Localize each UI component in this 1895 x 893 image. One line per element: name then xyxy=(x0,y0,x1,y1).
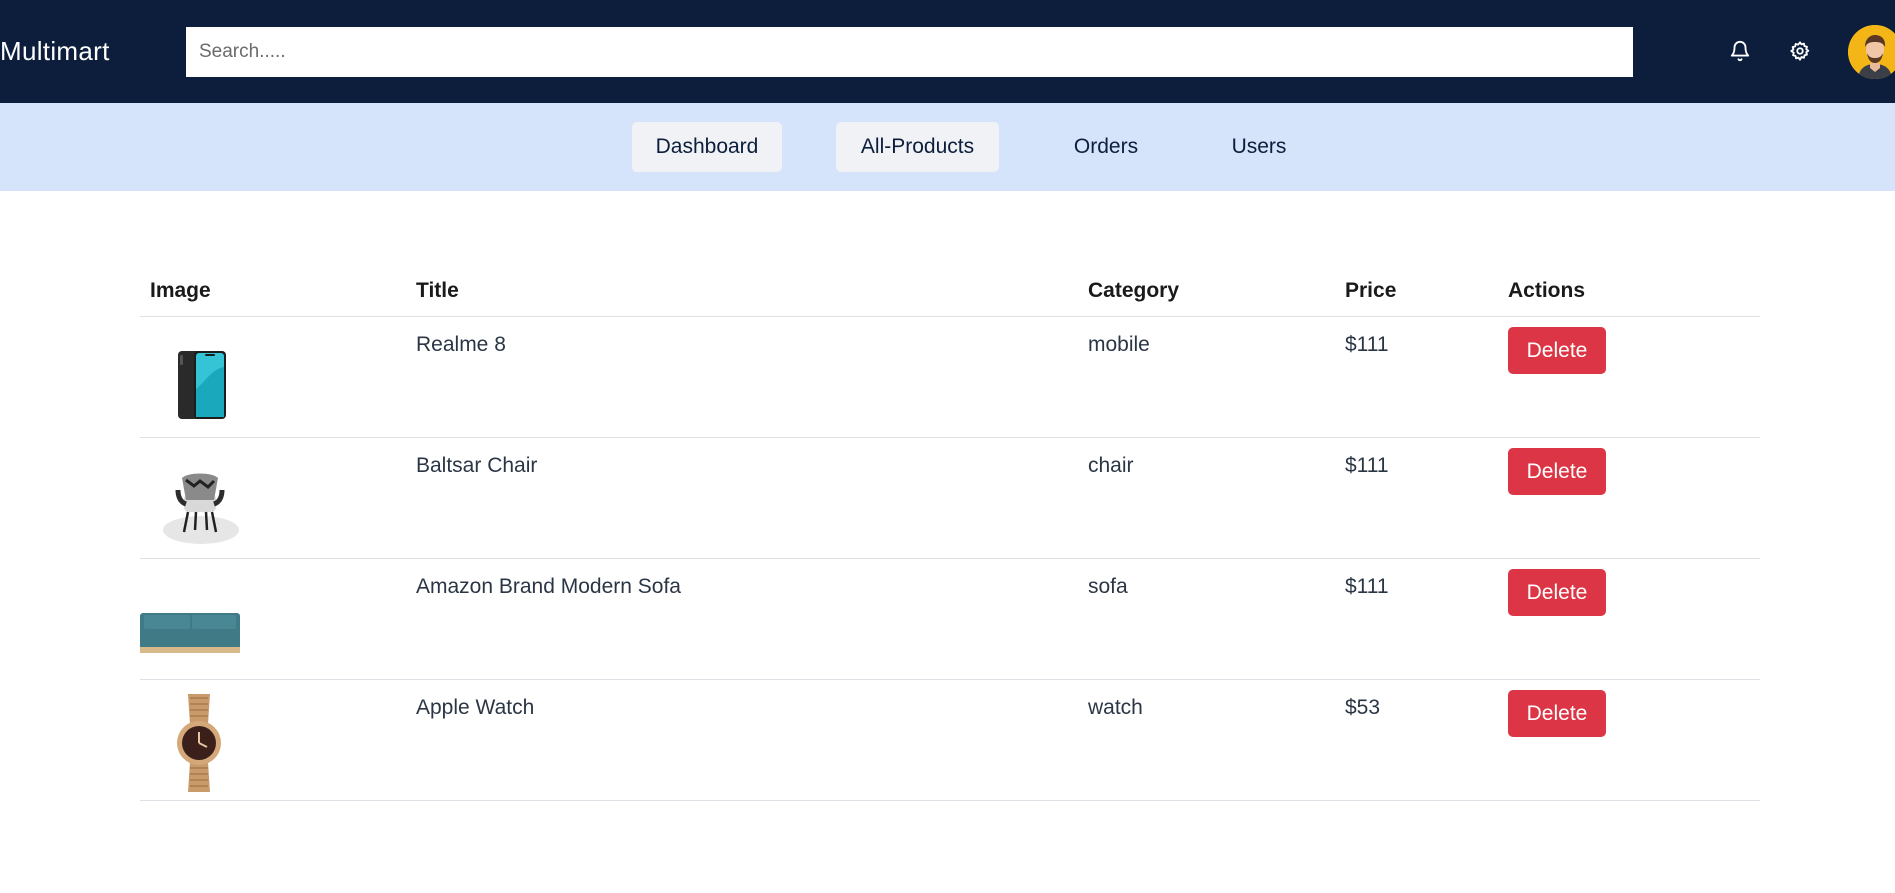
row-divider xyxy=(140,800,1760,801)
product-price: $111 xyxy=(1345,333,1389,356)
phone-image xyxy=(178,351,226,419)
user-avatar-icon xyxy=(1848,25,1895,79)
nav-users[interactable]: Users xyxy=(1216,122,1302,172)
brand-logo-text[interactable]: Multimart xyxy=(0,0,110,103)
product-price: $53 xyxy=(1345,696,1381,719)
table-row: Amazon Brand Modern Sofa sofa $111 Delet… xyxy=(140,559,1760,680)
product-price: $111 xyxy=(1345,454,1389,477)
table-row: Apple Watch watch $53 Delete xyxy=(140,680,1760,801)
product-price: $111 xyxy=(1345,575,1389,598)
column-header-actions: Actions xyxy=(1508,279,1586,302)
delete-button[interactable]: Delete xyxy=(1508,327,1606,374)
product-image-sofa xyxy=(140,571,242,673)
settings-button[interactable] xyxy=(1787,38,1813,64)
nav-orders[interactable]: Orders xyxy=(1058,122,1154,172)
product-image-chair xyxy=(150,450,252,552)
bell-icon xyxy=(1730,41,1750,62)
sofa-image xyxy=(140,613,240,653)
product-category: sofa xyxy=(1088,575,1128,598)
product-category: mobile xyxy=(1088,333,1150,356)
product-title: Apple Watch xyxy=(416,696,535,719)
product-title: Baltsar Chair xyxy=(416,454,538,477)
main-nav: Dashboard All-Products Orders Users xyxy=(0,103,1895,191)
search-input[interactable] xyxy=(186,27,1633,77)
column-header-title: Title xyxy=(416,279,459,302)
product-title: Realme 8 xyxy=(416,333,506,356)
column-header-price: Price xyxy=(1345,279,1397,302)
delete-button[interactable]: Delete xyxy=(1508,448,1606,495)
top-header: Multimart xyxy=(0,0,1895,103)
delete-button[interactable]: Delete xyxy=(1508,690,1606,737)
gear-icon xyxy=(1790,41,1810,61)
nav-all-products[interactable]: All-Products xyxy=(836,122,999,172)
product-title: Amazon Brand Modern Sofa xyxy=(416,575,681,598)
column-header-category: Category xyxy=(1088,279,1180,302)
watch-image xyxy=(177,694,221,792)
column-header-image: Image xyxy=(150,279,211,302)
table-row: Baltsar Chair chair $111 Delete xyxy=(140,438,1760,559)
product-image-phone xyxy=(150,329,252,431)
delete-button[interactable]: Delete xyxy=(1508,569,1606,616)
notifications-button[interactable] xyxy=(1727,38,1753,64)
table-row: Realme 8 mobile $111 Delete xyxy=(140,317,1760,438)
product-category: watch xyxy=(1088,696,1143,719)
chair-image xyxy=(163,473,239,544)
product-category: chair xyxy=(1088,454,1134,477)
product-image-watch xyxy=(150,692,252,794)
nav-dashboard[interactable]: Dashboard xyxy=(632,122,782,172)
user-avatar[interactable] xyxy=(1848,25,1895,79)
